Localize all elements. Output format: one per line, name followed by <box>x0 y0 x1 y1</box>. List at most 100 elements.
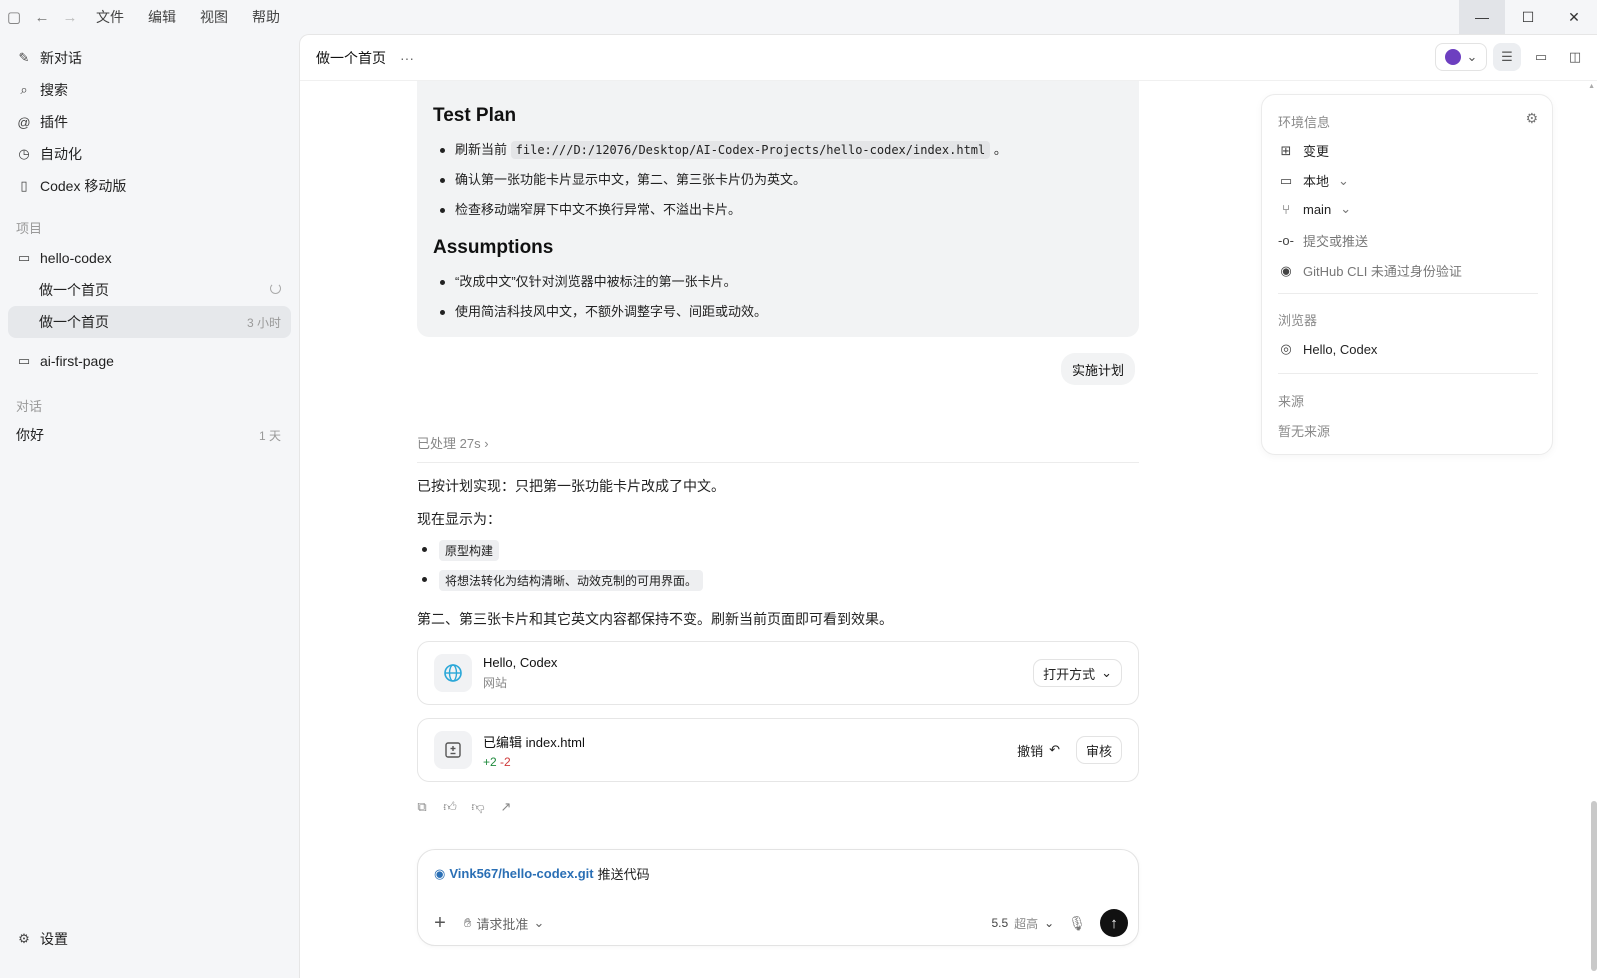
github-icon: ◉ <box>434 865 446 881</box>
main-panel: 做一个首页 ··· ⌄ ☰ ▭ ◫ Test Plan 刷新当前 file://… <box>299 34 1597 978</box>
source-label: 来源 <box>1278 394 1305 409</box>
edited-file-title: 已编辑 index.html <box>483 734 585 750</box>
back-arrow-icon[interactable]: ← <box>28 0 56 34</box>
search-label: 搜索 <box>40 82 68 98</box>
browser-item[interactable]: ◎ Hello, Codex <box>1278 341 1377 357</box>
approval-label: 请求批准 <box>476 916 529 932</box>
globe-icon <box>434 654 472 692</box>
minimize-icon[interactable]: — <box>1459 0 1505 34</box>
divider <box>1278 293 1538 294</box>
scrollbar-thumb[interactable] <box>1591 801 1597 971</box>
thread-item[interactable]: 做一个首页 <box>8 274 291 306</box>
more-options-icon[interactable]: ··· <box>400 50 414 66</box>
github-account-dropdown[interactable]: ⌄ <box>1435 43 1487 71</box>
thread-time: 3 小时 <box>246 315 281 330</box>
lines-added: +2 <box>483 754 497 769</box>
edited-file-actions: 撤销 ↶ 审核 <box>1011 736 1122 764</box>
changes-item[interactable]: ⊞ 变更 <box>1278 141 1329 160</box>
menu-view[interactable]: 视图 <box>200 7 228 27</box>
composer-input[interactable]: ◉ Vink567/hello-codex.git 推送代码 <box>434 864 650 883</box>
approval-dropdown[interactable]: ✋︎ 请求批准 ⌄ <box>464 914 544 933</box>
sidebar: ✎ 新对话 ⌕ 搜索 @ 插件 ◷ 自动化 ▯ Codex 移动版 项目 ▭ h… <box>0 34 299 978</box>
info-panel-toggle-icon[interactable]: ☰ <box>1493 43 1521 71</box>
undo-button[interactable]: 撤销 ↶ <box>1011 736 1066 764</box>
branch-dropdown[interactable]: ⑂ main ⌄ <box>1278 201 1351 217</box>
new-chat-label: 新对话 <box>40 50 82 66</box>
open-with-button[interactable]: 打开方式 ⌄ <box>1033 659 1122 687</box>
review-button[interactable]: 审核 <box>1075 736 1122 764</box>
search-icon: ⌕ <box>20 82 28 97</box>
environment-info-panel: 环境信息 ⚙ ⊞ 变更 ▭ 本地 ⌄ ⑂ main ⌄ -o- 提交或推送 ◉ … <box>1261 94 1553 455</box>
terminal-panel-icon[interactable]: ▭ <box>1527 43 1555 71</box>
chevron-down-icon: ⌄ <box>1466 49 1478 64</box>
header-actions: ⌄ ☰ ▭ ◫ <box>1435 43 1589 71</box>
chevron-down-icon: ⌄ <box>1044 916 1055 930</box>
github-cli-item[interactable]: ◉ GitHub CLI 未通过身份验证 <box>1278 261 1462 280</box>
website-card[interactable]: Hello, Codex 网站 打开方式 ⌄ <box>417 641 1139 705</box>
website-title: Hello, Codex <box>483 655 558 670</box>
chat-time: 1 天 <box>258 428 281 443</box>
clock-icon: ◷ <box>18 146 30 161</box>
test-plan-heading: Test Plan <box>433 105 517 126</box>
close-icon[interactable]: ✕ <box>1551 0 1597 34</box>
plugins-button[interactable]: @ 插件 <box>16 112 68 132</box>
chat-item[interactable]: 你好 1 天 <box>8 419 291 451</box>
message-actions: ⧉ 👍︎ 👎︎ ↗ <box>415 799 513 815</box>
project-name: ai-first-page <box>40 353 114 369</box>
composer-text: 推送代码 <box>597 867 650 882</box>
automation-button[interactable]: ◷ 自动化 <box>16 144 82 164</box>
repo-link[interactable]: Vink567/hello-codex.git <box>449 866 593 881</box>
git-branch-icon: ⑂ <box>1282 201 1290 217</box>
env-info-label: 环境信息 <box>1278 115 1331 130</box>
search-button[interactable]: ⌕ 搜索 <box>16 80 68 100</box>
settings-button[interactable]: ⚙ 设置 <box>16 929 68 949</box>
sidebar-toggle-icon[interactable]: ▢ <box>0 0 28 34</box>
new-chat-button[interactable]: ✎ 新对话 <box>16 48 82 68</box>
composer[interactable]: ◉ Vink567/hello-codex.git 推送代码 + ✋︎ 请求批准… <box>417 849 1139 946</box>
project-name: hello-codex <box>40 250 112 266</box>
local-dropdown[interactable]: ▭ 本地 ⌄ <box>1278 171 1349 190</box>
thumbs-up-icon[interactable]: 👍︎ <box>443 799 457 815</box>
microphone-icon[interactable]: 🎙︎ <box>1068 915 1086 932</box>
scroll-up-icon[interactable]: ▲ <box>1588 83 1595 90</box>
menu-file[interactable]: 文件 <box>96 7 124 27</box>
menu-help[interactable]: 帮助 <box>252 7 280 27</box>
model-dropdown[interactable]: 5.5 超高 ⌄ <box>991 915 1054 932</box>
browser-item-label: Hello, Codex <box>1303 341 1378 357</box>
chat-title: 你好 <box>16 427 44 443</box>
gear-icon[interactable]: ⚙ <box>1525 110 1538 127</box>
response-line-3: 第二、第三张卡片和其它英文内容都保持不变。刷新当前页面即可看到效果。 <box>417 611 893 627</box>
thumbs-down-icon[interactable]: 👎︎ <box>471 799 485 815</box>
github-cli-label: GitHub CLI 未通过身份验证 <box>1303 264 1462 279</box>
copy-icon[interactable]: ⧉ <box>415 799 429 815</box>
open-with-label: 打开方式 <box>1043 666 1096 682</box>
project-ai-first-page[interactable]: ▭ ai-first-page <box>16 353 114 369</box>
hand-icon: ✋︎ <box>464 915 472 930</box>
project-hello-codex[interactable]: ▭ hello-codex <box>16 250 112 266</box>
share-icon[interactable]: ↗ <box>499 799 513 815</box>
edited-file-card[interactable]: 已编辑 index.html +2 -2 撤销 ↶ 审核 <box>417 718 1139 782</box>
processed-label: 已处理 27s <box>417 436 481 451</box>
at-icon: @ <box>17 114 31 130</box>
side-panel-icon[interactable]: ◫ <box>1561 43 1589 71</box>
send-button[interactable]: ↑ <box>1100 909 1128 937</box>
gear-icon: ⚙ <box>18 931 30 946</box>
thread-item-selected[interactable]: 做一个首页 3 小时 <box>8 306 291 338</box>
edit-icon: ✎ <box>18 50 30 65</box>
git-commit-icon: -o- <box>1278 233 1294 248</box>
mobile-label: Codex 移动版 <box>40 178 127 194</box>
inline-code-chip: 原型构建 <box>439 539 500 561</box>
github-icon: ◉ <box>1280 262 1292 278</box>
commit-push-item[interactable]: -o- 提交或推送 <box>1278 231 1368 250</box>
menu-edit[interactable]: 编辑 <box>148 7 176 27</box>
add-attachment-icon[interactable]: + <box>428 912 452 935</box>
mobile-button[interactable]: ▯ Codex 移动版 <box>16 176 126 196</box>
laptop-icon: ▭ <box>1279 172 1293 188</box>
processed-toggle[interactable]: 已处理 27s › <box>417 433 1139 463</box>
plugins-label: 插件 <box>40 114 68 130</box>
response-chip-list: 原型构建 将想法转化为结构清晰、动效克制的可用界面。 <box>417 535 704 595</box>
maximize-icon[interactable]: ☐ <box>1505 0 1551 34</box>
menu-bar: 文件 编辑 视图 帮助 <box>96 7 280 27</box>
forward-arrow-icon[interactable]: → <box>56 0 84 34</box>
chats-section-label: 对话 <box>16 399 43 414</box>
